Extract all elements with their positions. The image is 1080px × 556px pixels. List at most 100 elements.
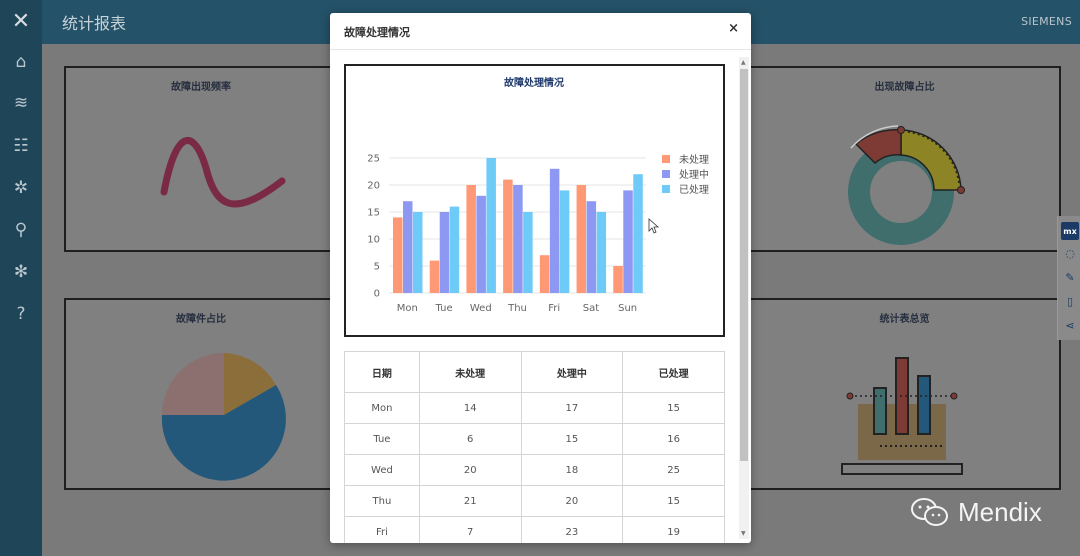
table-cell: 14 <box>418 392 522 424</box>
table-cell: Thu <box>344 485 420 517</box>
table-cell: 16 <box>622 423 725 455</box>
y-tick-label: 10 <box>367 235 380 246</box>
scroll-thumb[interactable] <box>740 69 748 461</box>
bar <box>403 201 413 293</box>
bar <box>623 190 633 293</box>
bar-chart-container: 故障处理情况 0 5 10 15 20 25 Mon Tue Wed Thu Fri Sat Sun 未处理… <box>344 64 725 337</box>
table-header-row: 日期 未处理 处理中 已处理 <box>344 351 725 393</box>
tile-fault-share: 故障件占比 <box>64 298 338 490</box>
bar <box>413 212 423 293</box>
bar <box>466 185 476 293</box>
tools-icon[interactable]: ✕ <box>0 4 42 38</box>
y-tick-label: 5 <box>374 262 380 273</box>
column-header[interactable]: 处理中 <box>520 351 624 393</box>
mx-icon[interactable]: mx <box>1061 222 1079 240</box>
table-cell: 17 <box>520 392 624 424</box>
x-tick-label: Fri <box>548 303 560 314</box>
column-header[interactable]: 已处理 <box>622 351 725 393</box>
legend-label: 未处理 <box>679 154 709 166</box>
search-icon[interactable]: ⚲ <box>0 213 42 247</box>
brand-label: SIEMENS <box>1021 15 1072 28</box>
bar <box>476 195 486 293</box>
mobile-icon[interactable]: ▯ <box>1061 292 1079 310</box>
table-cell: Fri <box>344 516 420 543</box>
page-title: 统计报表 <box>62 14 127 33</box>
table-cell: 15 <box>622 392 725 424</box>
gear-icon[interactable]: ✲ <box>0 171 42 205</box>
modal-body: 故障处理情况 0 5 10 15 20 25 Mon Tue Wed Thu Fri Sat Sun 未处理… <box>330 51 738 543</box>
x-tick-label: Mon <box>397 303 418 314</box>
legend-swatch <box>662 155 670 163</box>
table-row[interactable]: Mon 14 17 15 <box>344 392 725 424</box>
modal-header: 故障处理情况 × <box>330 13 751 50</box>
table-row[interactable]: Wed 20 18 25 <box>344 454 725 486</box>
sine-wave-graphic <box>160 137 286 208</box>
table-cell: 25 <box>622 454 725 486</box>
bar <box>586 201 597 293</box>
table-cell: 19 <box>622 516 725 543</box>
sidebar: ✕ ⌂ ≋ ☷ ✲ ⚲ ✻ ? <box>0 0 42 556</box>
table-cell: 18 <box>520 454 624 486</box>
bar <box>503 179 513 293</box>
bar <box>393 217 403 293</box>
donut-gauge-graphic <box>848 125 965 245</box>
table-cell: Tue <box>344 423 420 455</box>
watermark: Mendix <box>910 492 1042 532</box>
legend-label: 处理中 <box>679 168 709 181</box>
scroll-down-arrow-icon[interactable]: ▼ <box>741 530 746 537</box>
bar <box>429 260 440 293</box>
watermark-text: Mendix <box>958 496 1042 527</box>
table-cell: 23 <box>520 516 624 543</box>
column-header[interactable]: 未处理 <box>418 351 522 393</box>
column-header[interactable]: 日期 <box>344 351 420 393</box>
table-cell: Wed <box>344 454 420 486</box>
table-cell: 21 <box>418 485 522 517</box>
y-tick-label: 15 <box>367 208 380 219</box>
help-icon[interactable]: ? <box>0 297 42 331</box>
bar <box>576 185 587 293</box>
tile-fault-ratio: 出现故障占比 <box>748 66 1061 252</box>
close-button[interactable]: × <box>728 21 739 36</box>
y-tick-label: 25 <box>367 154 380 165</box>
chart-title: 故障处理情况 <box>504 76 564 89</box>
x-tick-label: Thu <box>507 303 527 314</box>
x-tick-label: Sun <box>618 303 637 314</box>
table-cell: 20 <box>418 454 522 486</box>
users-icon[interactable]: ☷ <box>0 129 42 163</box>
modal-title: 故障处理情况 <box>344 26 410 39</box>
y-tick-label: 0 <box>374 289 380 300</box>
table-row[interactable]: Tue 6 15 16 <box>344 423 725 455</box>
chat-icon[interactable]: ◌ <box>1061 244 1079 262</box>
tile-fault-frequency: 故障出现频率 <box>64 66 338 252</box>
bar-chart: 故障处理情况 0 5 10 15 20 25 Mon Tue Wed Thu Fri Sat Sun 未处理… <box>367 76 709 314</box>
bar <box>613 266 623 293</box>
mouse-cursor-icon <box>648 218 660 234</box>
modal-scrollbar[interactable]: ▲ ▼ <box>739 57 749 539</box>
share-icon[interactable]: ⋖ <box>1061 316 1079 334</box>
wifi-icon[interactable]: ≋ <box>0 86 42 120</box>
table-cell: 7 <box>418 516 522 543</box>
legend-label: 已处理 <box>679 184 709 196</box>
table-row[interactable]: Thu 21 20 15 <box>344 485 725 517</box>
bar <box>633 174 643 293</box>
pencil-icon[interactable]: ✎ <box>1061 268 1079 286</box>
bar <box>559 190 570 293</box>
scroll-up-arrow-icon[interactable]: ▲ <box>741 59 746 66</box>
bar <box>449 206 460 293</box>
cogs-icon[interactable]: ✻ <box>0 255 42 289</box>
table-row[interactable]: Fri 7 23 19 <box>344 516 725 543</box>
data-table: 日期 未处理 处理中 已处理 Mon 14 17 15 Tue 6 15 16 <box>344 351 725 543</box>
bar <box>549 168 560 293</box>
legend-swatch <box>662 170 670 178</box>
bar <box>596 212 607 293</box>
x-tick-label: Sat <box>583 303 599 314</box>
bar <box>539 255 550 293</box>
x-tick-label: Wed <box>470 303 492 314</box>
home-icon[interactable]: ⌂ <box>0 45 42 79</box>
table-cell: 15 <box>520 423 624 455</box>
table-cell: 15 <box>622 485 725 517</box>
side-toolbar: mx ◌ ✎ ▯ ⋖ <box>1057 216 1080 340</box>
table-cell: 6 <box>418 423 522 455</box>
table-cell: Mon <box>344 392 420 424</box>
bar <box>486 158 496 293</box>
